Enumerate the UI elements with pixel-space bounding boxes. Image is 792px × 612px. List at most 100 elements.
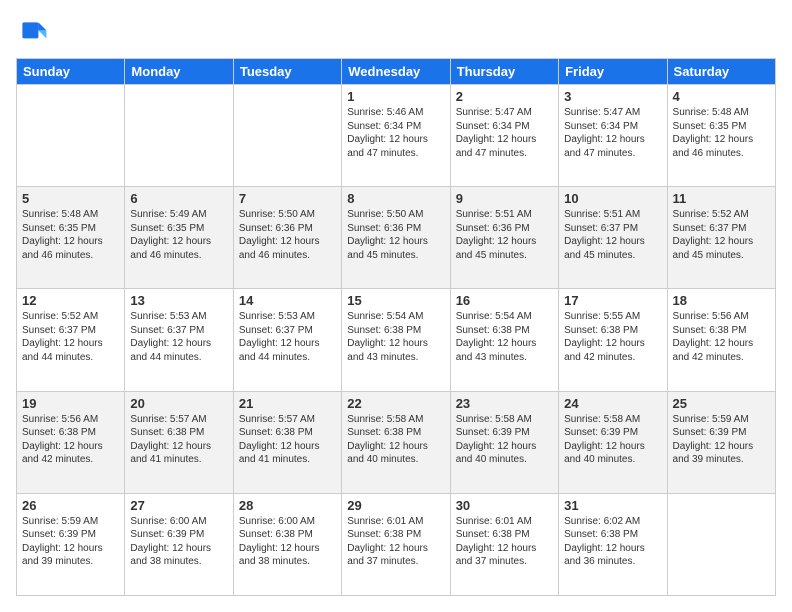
day-number: 11: [673, 191, 770, 206]
day-number: 25: [673, 396, 770, 411]
day-info: Sunrise: 5:49 AM Sunset: 6:35 PM Dayligh…: [130, 208, 227, 262]
calendar-cell: 11 Sunrise: 5:52 AM Sunset: 6:37 PM Dayli…: [667, 187, 775, 289]
day-number: 21: [239, 396, 336, 411]
day-info: Sunrise: 5:55 AM Sunset: 6:38 PM Dayligh…: [564, 310, 661, 364]
day-info: Sunrise: 5:52 AM Sunset: 6:37 PM Dayligh…: [22, 310, 119, 364]
day-number: 15: [347, 293, 444, 308]
calendar-cell: 14 Sunrise: 5:53 AM Sunset: 6:37 PM Dayli…: [233, 289, 341, 391]
calendar-cell: 25 Sunrise: 5:59 AM Sunset: 6:39 PM Dayli…: [667, 391, 775, 493]
day-number: 4: [673, 89, 770, 104]
calendar-header-monday: Monday: [125, 59, 233, 85]
page: SundayMondayTuesdayWednesdayThursdayFrid…: [0, 0, 792, 612]
day-info: Sunrise: 5:47 AM Sunset: 6:34 PM Dayligh…: [564, 106, 661, 160]
calendar-cell: 2Sunrise: 5:47 AM Sunset: 6:34 PM Daylig…: [450, 85, 558, 187]
day-info: Sunrise: 5:46 AM Sunset: 6:34 PM Dayligh…: [347, 106, 444, 160]
calendar-cell: 20 Sunrise: 5:57 AM Sunset: 6:38 PM Dayli…: [125, 391, 233, 493]
calendar-header-row: SundayMondayTuesdayWednesdayThursdayFrid…: [17, 59, 776, 85]
calendar-cell: 15 Sunrise: 5:54 AM Sunset: 6:38 PM Dayli…: [342, 289, 450, 391]
day-info: Sunrise: 5:59 AM Sunset: 6:39 PM Dayligh…: [673, 413, 770, 467]
calendar-cell: 29 Sunrise: 6:01 AM Sunset: 6:38 PM Dayli…: [342, 493, 450, 595]
day-number: 27: [130, 498, 227, 513]
day-info: Sunrise: 5:58 AM Sunset: 6:39 PM Dayligh…: [456, 413, 553, 467]
calendar-header-thursday: Thursday: [450, 59, 558, 85]
calendar-cell: 13Sunrise: 5:53 AM Sunset: 6:37 PM Dayli…: [125, 289, 233, 391]
calendar-cell: [233, 85, 341, 187]
day-info: Sunrise: 5:58 AM Sunset: 6:38 PM Dayligh…: [347, 413, 444, 467]
day-info: Sunrise: 5:54 AM Sunset: 6:38 PM Dayligh…: [456, 310, 553, 364]
day-info: Sunrise: 5:54 AM Sunset: 6:38 PM Dayligh…: [347, 310, 444, 364]
day-info: Sunrise: 5:56 AM Sunset: 6:38 PM Dayligh…: [673, 310, 770, 364]
day-info: Sunrise: 6:00 AM Sunset: 6:38 PM Dayligh…: [239, 515, 336, 569]
calendar-cell: 31 Sunrise: 6:02 AM Sunset: 6:38 PM Dayli…: [559, 493, 667, 595]
day-number: 7: [239, 191, 336, 206]
day-info: Sunrise: 6:01 AM Sunset: 6:38 PM Dayligh…: [456, 515, 553, 569]
calendar-cell: [667, 493, 775, 595]
calendar-cell: 5 Sunrise: 5:48 AM Sunset: 6:35 PM Daylig…: [17, 187, 125, 289]
week-row-1: 1 Sunrise: 5:46 AM Sunset: 6:34 PM Daylig…: [17, 85, 776, 187]
day-info: Sunrise: 6:00 AM Sunset: 6:39 PM Dayligh…: [130, 515, 227, 569]
week-row-2: 5 Sunrise: 5:48 AM Sunset: 6:35 PM Daylig…: [17, 187, 776, 289]
calendar: SundayMondayTuesdayWednesdayThursdayFrid…: [16, 58, 776, 596]
calendar-cell: 12 Sunrise: 5:52 AM Sunset: 6:37 PM Dayli…: [17, 289, 125, 391]
calendar-cell: 19Sunrise: 5:56 AM Sunset: 6:38 PM Dayli…: [17, 391, 125, 493]
calendar-cell: 30 Sunrise: 6:01 AM Sunset: 6:38 PM Dayli…: [450, 493, 558, 595]
calendar-cell: 26 Sunrise: 5:59 AM Sunset: 6:39 PM Dayli…: [17, 493, 125, 595]
day-info: Sunrise: 5:59 AM Sunset: 6:39 PM Dayligh…: [22, 515, 119, 569]
day-number: 10: [564, 191, 661, 206]
calendar-header-tuesday: Tuesday: [233, 59, 341, 85]
day-info: Sunrise: 5:48 AM Sunset: 6:35 PM Dayligh…: [673, 106, 770, 160]
calendar-cell: [17, 85, 125, 187]
calendar-cell: 7 Sunrise: 5:50 AM Sunset: 6:36 PM Daylig…: [233, 187, 341, 289]
calendar-cell: 23Sunrise: 5:58 AM Sunset: 6:39 PM Dayli…: [450, 391, 558, 493]
logo-icon: [16, 16, 48, 48]
calendar-cell: 3 Sunrise: 5:47 AM Sunset: 6:34 PM Daylig…: [559, 85, 667, 187]
day-number: 6: [130, 191, 227, 206]
day-number: 17: [564, 293, 661, 308]
day-info: Sunrise: 6:02 AM Sunset: 6:38 PM Dayligh…: [564, 515, 661, 569]
day-info: Sunrise: 5:52 AM Sunset: 6:37 PM Dayligh…: [673, 208, 770, 262]
day-number: 1: [347, 89, 444, 104]
day-number: 19: [22, 396, 119, 411]
day-info: Sunrise: 5:51 AM Sunset: 6:37 PM Dayligh…: [564, 208, 661, 262]
calendar-cell: 10 Sunrise: 5:51 AM Sunset: 6:37 PM Dayli…: [559, 187, 667, 289]
calendar-cell: 6 Sunrise: 5:49 AM Sunset: 6:35 PM Daylig…: [125, 187, 233, 289]
calendar-cell: 17 Sunrise: 5:55 AM Sunset: 6:38 PM Dayli…: [559, 289, 667, 391]
day-info: Sunrise: 5:58 AM Sunset: 6:39 PM Dayligh…: [564, 413, 661, 467]
calendar-cell: 4 Sunrise: 5:48 AM Sunset: 6:35 PM Daylig…: [667, 85, 775, 187]
week-row-4: 19Sunrise: 5:56 AM Sunset: 6:38 PM Dayli…: [17, 391, 776, 493]
day-info: Sunrise: 5:53 AM Sunset: 6:37 PM Dayligh…: [239, 310, 336, 364]
day-info: Sunrise: 5:57 AM Sunset: 6:38 PM Dayligh…: [239, 413, 336, 467]
day-info: Sunrise: 6:01 AM Sunset: 6:38 PM Dayligh…: [347, 515, 444, 569]
day-info: Sunrise: 5:47 AM Sunset: 6:34 PM Dayligh…: [456, 106, 553, 160]
calendar-header-wednesday: Wednesday: [342, 59, 450, 85]
day-info: Sunrise: 5:50 AM Sunset: 6:36 PM Dayligh…: [347, 208, 444, 262]
day-number: 18: [673, 293, 770, 308]
day-number: 5: [22, 191, 119, 206]
calendar-cell: 16Sunrise: 5:54 AM Sunset: 6:38 PM Dayli…: [450, 289, 558, 391]
day-number: 12: [22, 293, 119, 308]
calendar-cell: 8 Sunrise: 5:50 AM Sunset: 6:36 PM Daylig…: [342, 187, 450, 289]
day-number: 24: [564, 396, 661, 411]
day-number: 14: [239, 293, 336, 308]
calendar-cell: [125, 85, 233, 187]
day-number: 31: [564, 498, 661, 513]
calendar-cell: 21 Sunrise: 5:57 AM Sunset: 6:38 PM Dayli…: [233, 391, 341, 493]
day-number: 9: [456, 191, 553, 206]
day-info: Sunrise: 5:57 AM Sunset: 6:38 PM Dayligh…: [130, 413, 227, 467]
day-number: 26: [22, 498, 119, 513]
day-number: 29: [347, 498, 444, 513]
calendar-cell: 28Sunrise: 6:00 AM Sunset: 6:38 PM Dayli…: [233, 493, 341, 595]
day-number: 30: [456, 498, 553, 513]
day-number: 3: [564, 89, 661, 104]
day-number: 20: [130, 396, 227, 411]
day-number: 13: [130, 293, 227, 308]
week-row-3: 12 Sunrise: 5:52 AM Sunset: 6:37 PM Dayli…: [17, 289, 776, 391]
calendar-header-friday: Friday: [559, 59, 667, 85]
calendar-cell: 27 Sunrise: 6:00 AM Sunset: 6:39 PM Dayli…: [125, 493, 233, 595]
day-info: Sunrise: 5:50 AM Sunset: 6:36 PM Dayligh…: [239, 208, 336, 262]
calendar-cell: 22Sunrise: 5:58 AM Sunset: 6:38 PM Dayli…: [342, 391, 450, 493]
day-number: 8: [347, 191, 444, 206]
day-info: Sunrise: 5:48 AM Sunset: 6:35 PM Dayligh…: [22, 208, 119, 262]
calendar-header-saturday: Saturday: [667, 59, 775, 85]
calendar-cell: 1 Sunrise: 5:46 AM Sunset: 6:34 PM Daylig…: [342, 85, 450, 187]
